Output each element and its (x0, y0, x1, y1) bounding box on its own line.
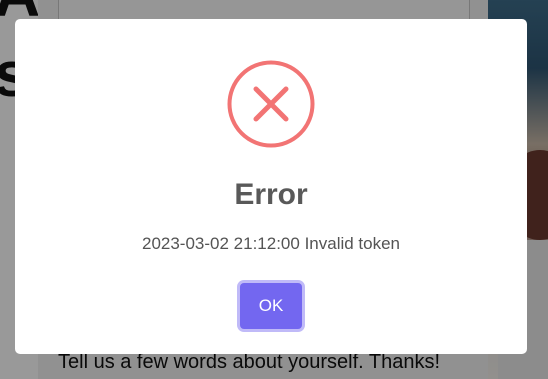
error-dialog: Error 2023-03-02 21:12:00 Invalid token … (15, 19, 527, 354)
dialog-message: 2023-03-02 21:12:00 Invalid token (141, 234, 401, 253)
dialog-title: Error (234, 178, 308, 211)
ok-button[interactable]: OK (240, 283, 302, 329)
error-x-icon (227, 60, 315, 148)
